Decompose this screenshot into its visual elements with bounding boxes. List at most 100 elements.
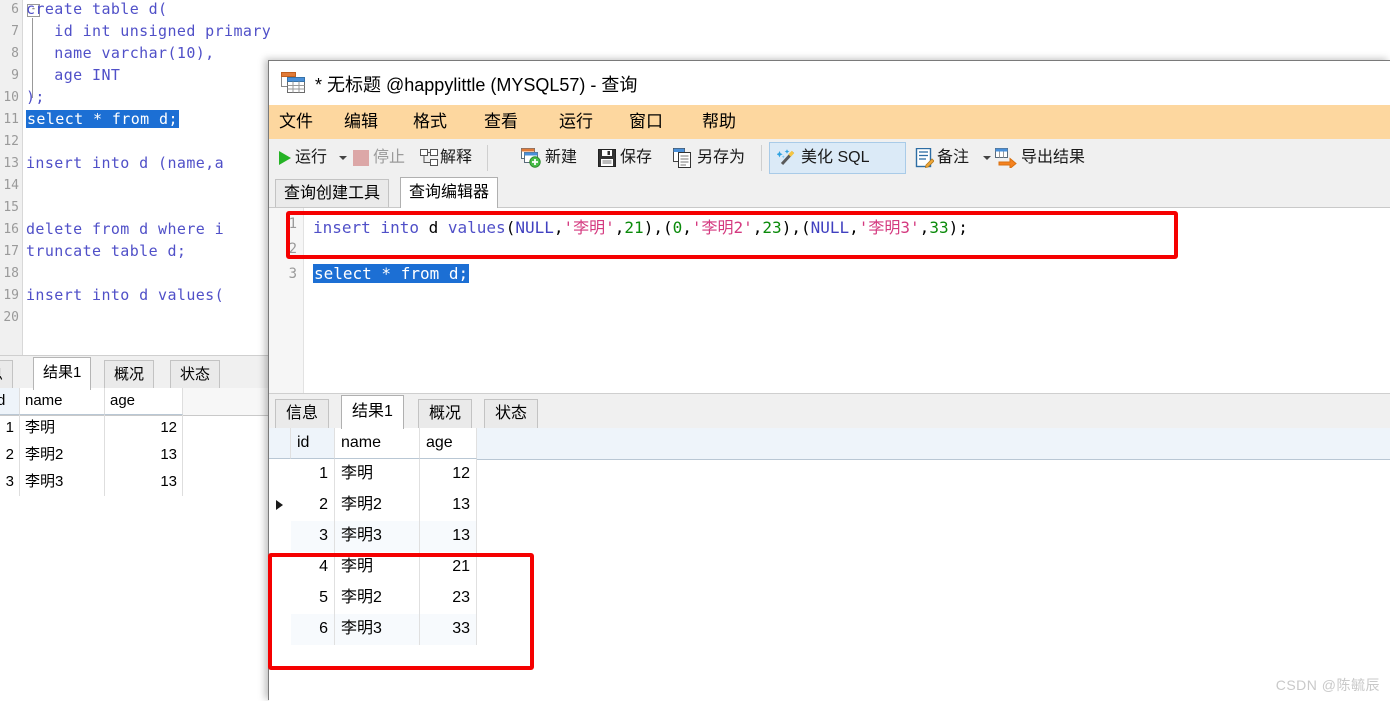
- tab-profile[interactable]: 概况: [418, 399, 473, 428]
- cell-name[interactable]: 李明: [20, 415, 105, 442]
- row-indicator[interactable]: [269, 521, 291, 552]
- column-header-name[interactable]: name: [335, 428, 420, 459]
- tab-status[interactable]: 状态: [484, 399, 539, 428]
- cell-id[interactable]: 4: [291, 552, 335, 583]
- cell-name[interactable]: 李明3: [335, 614, 420, 645]
- magic-wand-icon: [777, 149, 795, 166]
- remark-dropdown-caret-icon[interactable]: [983, 156, 991, 160]
- cell-age[interactable]: 13: [420, 521, 477, 552]
- explain-icon[interactable]: [420, 149, 438, 167]
- save-as-button[interactable]: 另存为: [697, 145, 745, 171]
- background-line-number: 16: [3, 222, 19, 237]
- tab-query-editor[interactable]: 查询编辑器: [400, 177, 499, 208]
- menu-edit[interactable]: 编辑: [344, 111, 378, 133]
- save-button[interactable]: 保存: [620, 145, 652, 171]
- beautify-sql-label[interactable]: 美化 SQL: [801, 145, 869, 171]
- cell-age[interactable]: 21: [420, 552, 477, 583]
- export-result-button[interactable]: 导出结果: [1021, 145, 1085, 171]
- cell-age[interactable]: 13: [105, 442, 183, 469]
- editor-line-number: 2: [288, 241, 297, 257]
- table-row[interactable]: 5 李明2 23: [269, 583, 477, 614]
- table-row[interactable]: 2 李明2 13: [269, 490, 477, 521]
- cell-name[interactable]: 李明: [335, 459, 420, 490]
- table-row[interactable]: 3 李明3 13: [269, 521, 477, 552]
- cell-id[interactable]: 6: [291, 614, 335, 645]
- editor-sql-statement[interactable]: insert into d values(NULL,'李明',21),(0,'李…: [313, 214, 968, 238]
- stop-icon: [353, 150, 369, 166]
- background-col-id[interactable]: d: [0, 388, 20, 415]
- row-indicator[interactable]: [269, 552, 291, 583]
- cell-age[interactable]: 12: [105, 415, 183, 442]
- run-button[interactable]: 运行: [295, 145, 327, 171]
- editor-selected-statement[interactable]: select * from d;: [313, 264, 470, 283]
- cell-age[interactable]: 33: [420, 614, 477, 645]
- row-indicator[interactable]: [269, 459, 291, 490]
- background-col-age[interactable]: age: [105, 388, 183, 415]
- cell-name[interactable]: 李明2: [20, 442, 105, 469]
- tab-result1[interactable]: 结果1: [341, 395, 404, 429]
- background-table-row[interactable]: 3 李明3 13: [0, 469, 270, 496]
- background-code-line: name varchar(10),: [26, 44, 215, 62]
- cell-age[interactable]: 12: [420, 459, 477, 490]
- background-result-grid[interactable]: d name age 1 李明 12 2 李明2 13 3 李明3 13: [0, 388, 270, 513]
- cell-id[interactable]: 1: [0, 415, 20, 442]
- table-row[interactable]: 4 李明 21: [269, 552, 477, 583]
- cell-name[interactable]: 李明3: [335, 521, 420, 552]
- background-tab-info[interactable]: 息: [0, 360, 14, 389]
- menu-window[interactable]: 窗口: [629, 111, 663, 133]
- stop-button: 停止: [373, 149, 406, 166]
- menu-view[interactable]: 查看: [484, 111, 518, 133]
- cell-name[interactable]: 李明: [335, 552, 420, 583]
- row-indicator[interactable]: [269, 583, 291, 614]
- cell-age[interactable]: 23: [420, 583, 477, 614]
- cell-name[interactable]: 李明2: [335, 583, 420, 614]
- cell-id[interactable]: 3: [291, 521, 335, 552]
- cell-name[interactable]: 李明2: [335, 490, 420, 521]
- cell-id[interactable]: 5: [291, 583, 335, 614]
- cell-name[interactable]: 李明3: [20, 469, 105, 496]
- play-icon[interactable]: [277, 150, 293, 166]
- sql-value-id-3: NULL: [810, 218, 850, 237]
- tab-query-builder[interactable]: 查询创建工具: [275, 179, 390, 208]
- background-table-row[interactable]: 2 李明2 13: [0, 442, 270, 469]
- background-tab-status[interactable]: 状态: [170, 360, 221, 389]
- cell-age[interactable]: 13: [420, 490, 477, 521]
- toolbar-separator: [761, 145, 762, 171]
- result-grid[interactable]: id name age 1 李明 12 2 李明2 13 3 李明3 13 4 …: [269, 428, 1390, 701]
- remark-button[interactable]: 备注: [937, 145, 969, 171]
- cell-id[interactable]: 1: [291, 459, 335, 490]
- run-dropdown-caret-icon[interactable]: [339, 156, 347, 160]
- column-header-age[interactable]: age: [420, 428, 477, 459]
- save-as-icon[interactable]: [673, 148, 693, 168]
- result-tabstrip: 信息 结果1 概况 状态: [269, 393, 1390, 429]
- menu-format[interactable]: 格式: [413, 111, 447, 133]
- menu-file[interactable]: 文件: [279, 111, 313, 133]
- menu-run[interactable]: 运行: [559, 111, 593, 133]
- background-result-tabstrip: 息 结果1 概况 状态: [0, 355, 270, 390]
- sql-editor[interactable]: 1 2 3 insert into d values(NULL,'李明',21)…: [269, 207, 1390, 394]
- menu-help[interactable]: 帮助: [702, 111, 736, 133]
- cell-age[interactable]: 13: [105, 469, 183, 496]
- column-header-id[interactable]: id: [291, 428, 335, 459]
- export-result-icon[interactable]: [995, 148, 1019, 168]
- background-sql-editor[interactable]: - 6 7 8 9 10 11 12 13 14 15 16 17 18 19 …: [0, 0, 270, 355]
- background-col-name[interactable]: name: [20, 388, 105, 415]
- row-indicator[interactable]: [269, 614, 291, 645]
- cell-id[interactable]: 2: [0, 442, 20, 469]
- window-titlebar[interactable]: * 无标题 @happylittle (MYSQL57) - 查询: [269, 61, 1390, 105]
- background-tab-result1[interactable]: 结果1: [33, 357, 92, 390]
- table-row[interactable]: 6 李明3 33: [269, 614, 477, 645]
- save-disk-icon[interactable]: [598, 149, 616, 167]
- tab-info[interactable]: 信息: [275, 399, 330, 428]
- new-button[interactable]: 新建: [545, 145, 577, 171]
- explain-button[interactable]: 解释: [440, 145, 472, 171]
- new-document-icon[interactable]: [521, 148, 541, 168]
- remark-note-icon[interactable]: [915, 148, 934, 168]
- cell-id[interactable]: 2: [291, 490, 335, 521]
- cell-id[interactable]: 3: [0, 469, 20, 496]
- row-indicator[interactable]: [269, 490, 291, 521]
- background-tab-profile[interactable]: 概况: [104, 360, 155, 389]
- background-line-number: 11: [3, 112, 19, 127]
- background-table-row[interactable]: 1 李明 12: [0, 415, 270, 442]
- table-row[interactable]: 1 李明 12: [269, 459, 477, 490]
